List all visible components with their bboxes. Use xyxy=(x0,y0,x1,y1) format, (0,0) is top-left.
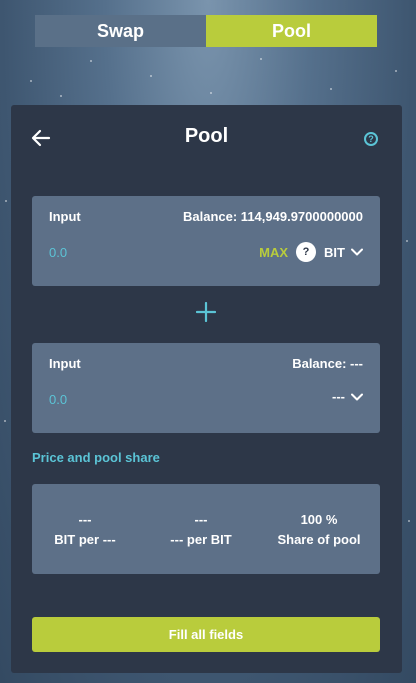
token-unknown-icon: ? xyxy=(296,242,317,262)
price-item-bit-per: --- BIT per --- xyxy=(45,510,125,550)
share-label: Share of pool xyxy=(277,532,361,547)
input-a-label: Input xyxy=(49,209,81,224)
mode-tabs: Swap Pool xyxy=(35,15,377,47)
input-b-token-name: --- xyxy=(332,389,345,404)
input-a-token-row: MAX ? BIT xyxy=(259,242,363,262)
input-panel-b: Input Balance: --- --- xyxy=(32,343,380,433)
input-b-amount-field[interactable] xyxy=(49,392,199,407)
chevron-down-icon xyxy=(351,248,363,256)
tab-pool[interactable]: Pool xyxy=(206,15,377,47)
input-a-balance: Balance: 114,949.9700000000 xyxy=(183,209,363,224)
tab-swap[interactable]: Swap xyxy=(35,15,206,47)
input-a-token-name: BIT xyxy=(324,244,345,260)
input-b-token-row: --- xyxy=(332,389,363,404)
price-pool-panel: --- BIT per --- --- --- per BIT 100 % Sh… xyxy=(32,484,380,574)
pool-card: Pool ? Input Balance: 114,949.9700000000… xyxy=(11,105,402,673)
chevron-down-icon xyxy=(351,393,363,400)
input-b-token-select[interactable]: --- xyxy=(332,389,363,404)
price-label: --- per BIT xyxy=(170,532,232,547)
input-panel-a: Input Balance: 114,949.9700000000 MAX ? … xyxy=(32,196,380,286)
plus-icon xyxy=(196,302,216,322)
price-item-share: 100 % Share of pool xyxy=(269,510,369,550)
max-button[interactable]: MAX xyxy=(259,245,288,260)
price-value: --- xyxy=(194,512,208,527)
card-header: Pool ? xyxy=(11,105,402,171)
price-value: --- xyxy=(78,512,92,527)
input-a-amount-field[interactable] xyxy=(49,245,199,260)
page-title: Pool xyxy=(184,125,229,147)
price-item-per-bit: --- --- per BIT xyxy=(156,510,246,550)
fill-all-fields-button[interactable]: Fill all fields xyxy=(32,617,380,652)
help-circle-icon[interactable]: ? xyxy=(364,132,378,146)
input-b-balance: Balance: --- xyxy=(292,356,363,371)
input-a-token-select[interactable]: ? BIT xyxy=(296,242,363,262)
input-b-label: Input xyxy=(49,356,81,371)
share-value: 100 % xyxy=(300,512,338,527)
price-section-label: Price and pool share xyxy=(32,450,160,465)
price-label: BIT per --- xyxy=(54,532,116,547)
